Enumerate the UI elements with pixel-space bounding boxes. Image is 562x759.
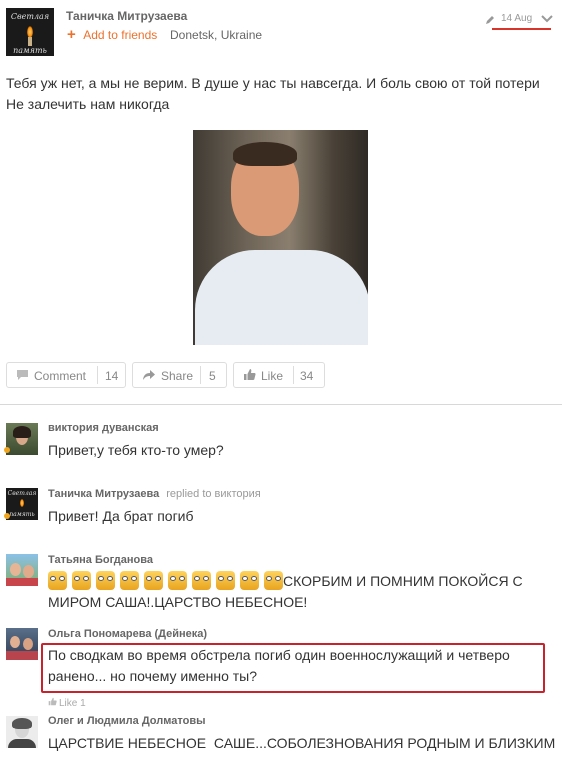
avatar-caption-bottom: память	[13, 46, 47, 55]
add-friend-label: Add to friends	[83, 28, 158, 42]
candle-flame-icon	[20, 499, 24, 507]
post-location: Donetsk, Ukraine	[170, 28, 263, 42]
author-avatar[interactable]: Светлая память	[6, 8, 54, 56]
share-count: 5	[209, 369, 216, 383]
sad-emoji-icon	[240, 571, 259, 590]
post-photo[interactable]	[193, 130, 368, 345]
comment-bubble-icon	[16, 369, 29, 384]
sad-emoji-icon	[168, 571, 187, 590]
photo-shirt	[195, 250, 368, 345]
comment-author[interactable]: Татьяна Богданова	[48, 554, 153, 566]
sad-emoji-icon	[192, 571, 211, 590]
post-author-name[interactable]: Таничка Митрузаева	[66, 9, 187, 23]
comment-author[interactable]: виктория дуванская	[48, 422, 159, 434]
comment-text: Привет! Да брат погиб	[48, 508, 194, 524]
comment-text: Привет,у тебя кто-то умер?	[48, 442, 224, 458]
comment-author[interactable]: Ольга Пономарева (Дейнека)	[48, 628, 207, 640]
online-status-dot	[4, 447, 10, 453]
candle-icon	[28, 37, 32, 46]
avatar-face	[10, 636, 20, 648]
comment-like-label: Like 1	[59, 698, 86, 709]
divider	[200, 366, 201, 384]
comment-label: Comment	[34, 369, 87, 383]
like-count: 34	[300, 369, 314, 383]
online-status-dot	[4, 513, 10, 519]
share-arrow-icon	[142, 369, 156, 384]
comment-text-block: СКОРБИМ И ПОМНИМ ПОКОЙСЯ С МИРОМ САША!.Ц…	[48, 571, 548, 613]
sad-emoji-icon	[120, 571, 139, 590]
date-highlight-underline	[492, 28, 551, 30]
avatar-caption-top: Светлая	[7, 490, 37, 497]
avatar-clothes	[6, 578, 38, 586]
comment-text: По сводкам во время обстрела погиб один …	[48, 647, 510, 663]
avatar-hair	[12, 718, 32, 729]
sad-emoji-icon	[48, 571, 67, 590]
sad-emoji-icon	[72, 571, 91, 590]
avatar-clothes	[8, 739, 36, 748]
comment-text-line: СКОРБИМ И ПОМНИМ ПОКОЙСЯ С	[48, 571, 548, 592]
sad-emoji-icon	[216, 571, 235, 590]
comment-text-block: По сводкам во время обстрела погиб один …	[48, 645, 538, 687]
like-button[interactable]: Like 34	[233, 362, 325, 388]
thumbs-up-icon	[48, 697, 57, 709]
share-label: Share	[161, 369, 194, 383]
avatar-face	[10, 563, 21, 576]
add-friend-button[interactable]: + Add to friends	[67, 26, 157, 44]
post-date[interactable]: 14 Aug	[501, 13, 532, 24]
comment-count: 14	[105, 369, 119, 383]
avatar-caption-bottom: память	[9, 511, 35, 518]
avatar-caption-top: Светлая	[10, 12, 50, 21]
sad-emoji-icon	[264, 571, 283, 590]
avatar-face	[23, 638, 33, 650]
replied-to-label[interactable]: replied to виктория	[166, 488, 260, 500]
commenter-avatar[interactable]	[6, 716, 38, 748]
avatar-face	[23, 565, 34, 578]
share-button[interactable]: Share 5	[132, 362, 227, 388]
chevron-down-icon[interactable]	[540, 11, 554, 29]
commenter-avatar[interactable]: Светлая память	[6, 488, 38, 520]
comment-button[interactable]: Comment 14	[6, 362, 126, 388]
sad-emoji-icon	[144, 571, 163, 590]
comment-author-row: Таничка Митрузаева replied to виктория	[48, 488, 261, 500]
divider	[293, 366, 294, 384]
comment-like-button[interactable]: Like 1	[48, 697, 86, 709]
like-label: Like	[261, 369, 284, 383]
commenter-avatar[interactable]	[6, 628, 38, 660]
comment-text: МИРОМ САША!.ЦАРСТВО НЕБЕСНОЕ!	[48, 594, 308, 610]
comment-author[interactable]: Олег и Людмила Долматовы	[48, 715, 205, 727]
thumbs-up-icon	[243, 368, 256, 384]
post-text: Тебя уж нет, а мы не верим. В душе у нас…	[6, 75, 540, 112]
commenter-avatar[interactable]	[6, 554, 38, 586]
avatar-hair	[13, 426, 31, 438]
sad-emoji-icon	[96, 571, 115, 590]
post-divider	[0, 404, 562, 405]
plus-icon: +	[67, 26, 76, 43]
comment-text: ЦАРСТВИЕ НЕБЕСНОЕ САШЕ...СОБОЛЕЗНОВАНИЯ …	[48, 735, 556, 751]
divider	[97, 366, 98, 384]
photo-hair	[233, 142, 297, 166]
comment-text: СКОРБИМ И ПОМНИМ ПОКОЙСЯ С	[283, 573, 523, 589]
comment-author[interactable]: Таничка Митрузаева	[48, 488, 159, 500]
avatar-clothes	[6, 651, 38, 660]
comment-text: ранено... но почему именно ты?	[48, 668, 258, 684]
commenter-avatar[interactable]	[6, 423, 38, 455]
